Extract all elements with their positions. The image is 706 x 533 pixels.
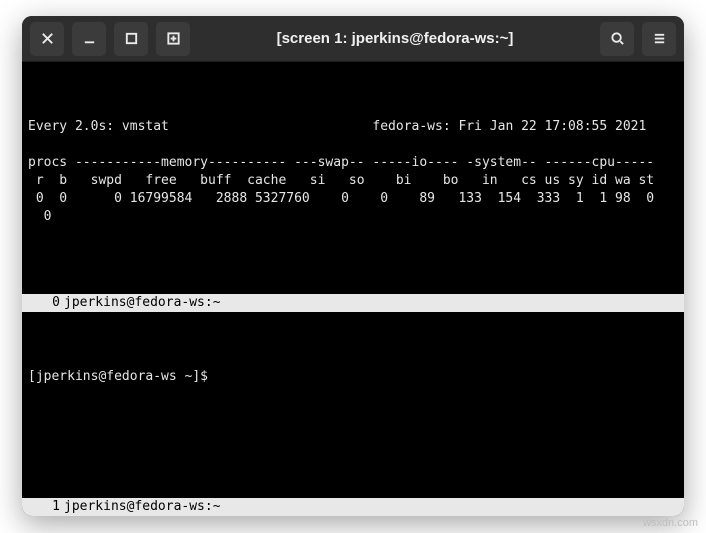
watch-header-left: Every 2.0s: vmstat xyxy=(28,119,169,134)
pane-index: 1 xyxy=(28,498,60,516)
minimize-icon xyxy=(82,31,97,46)
new-tab-icon xyxy=(166,31,181,46)
search-button[interactable] xyxy=(600,22,634,56)
vmstat-row-wrap: 0 xyxy=(28,209,51,224)
watch-header-right: fedora-ws: Fri Jan 22 17:08:55 2021 xyxy=(372,119,646,134)
pane-index: 0 xyxy=(28,294,60,312)
shell-prompt: [jperkins@fedora-ws ~]$ xyxy=(28,369,208,384)
vmstat-col-header: r b swpd free buff cache si so bi bo in … xyxy=(28,173,654,188)
new-tab-button[interactable] xyxy=(156,22,190,56)
pane-0[interactable]: Every 2.0s: vmstat fedora-ws: Fri Jan 22… xyxy=(22,62,684,294)
pane-1[interactable]: [jperkins@fedora-ws ~]$ xyxy=(22,312,684,498)
watermark: wsxdn.com xyxy=(643,517,698,529)
search-icon xyxy=(610,31,625,46)
vmstat-group-header: procs -----------memory---------- ---swa… xyxy=(28,155,654,170)
maximize-icon xyxy=(124,31,139,46)
hamburger-icon xyxy=(652,31,667,46)
pane-0-content: Every 2.0s: vmstat fedora-ws: Fri Jan 22… xyxy=(22,98,684,246)
pane-label: jperkins@fedora-ws:~ xyxy=(60,294,221,312)
terminal-window: [screen 1: jperkins@fedora-ws:~] Every 2… xyxy=(22,16,684,516)
pane-0-status: 0 jperkins@fedora-ws:~ xyxy=(22,294,684,312)
menu-button[interactable] xyxy=(642,22,676,56)
close-button[interactable] xyxy=(30,22,64,56)
spacer xyxy=(169,119,373,134)
pane-label: jperkins@fedora-ws:~ xyxy=(60,498,221,516)
minimize-button[interactable] xyxy=(72,22,106,56)
pane-1-status: 1 jperkins@fedora-ws:~ xyxy=(22,498,684,516)
vmstat-row: 0 0 0 16799584 2888 5327760 0 0 89 133 1… xyxy=(28,191,654,206)
pane-1-content: [jperkins@fedora-ws ~]$ xyxy=(22,348,684,406)
titlebar: [screen 1: jperkins@fedora-ws:~] xyxy=(22,16,684,62)
maximize-button[interactable] xyxy=(114,22,148,56)
window-title: [screen 1: jperkins@fedora-ws:~] xyxy=(198,30,592,47)
close-icon xyxy=(40,31,55,46)
